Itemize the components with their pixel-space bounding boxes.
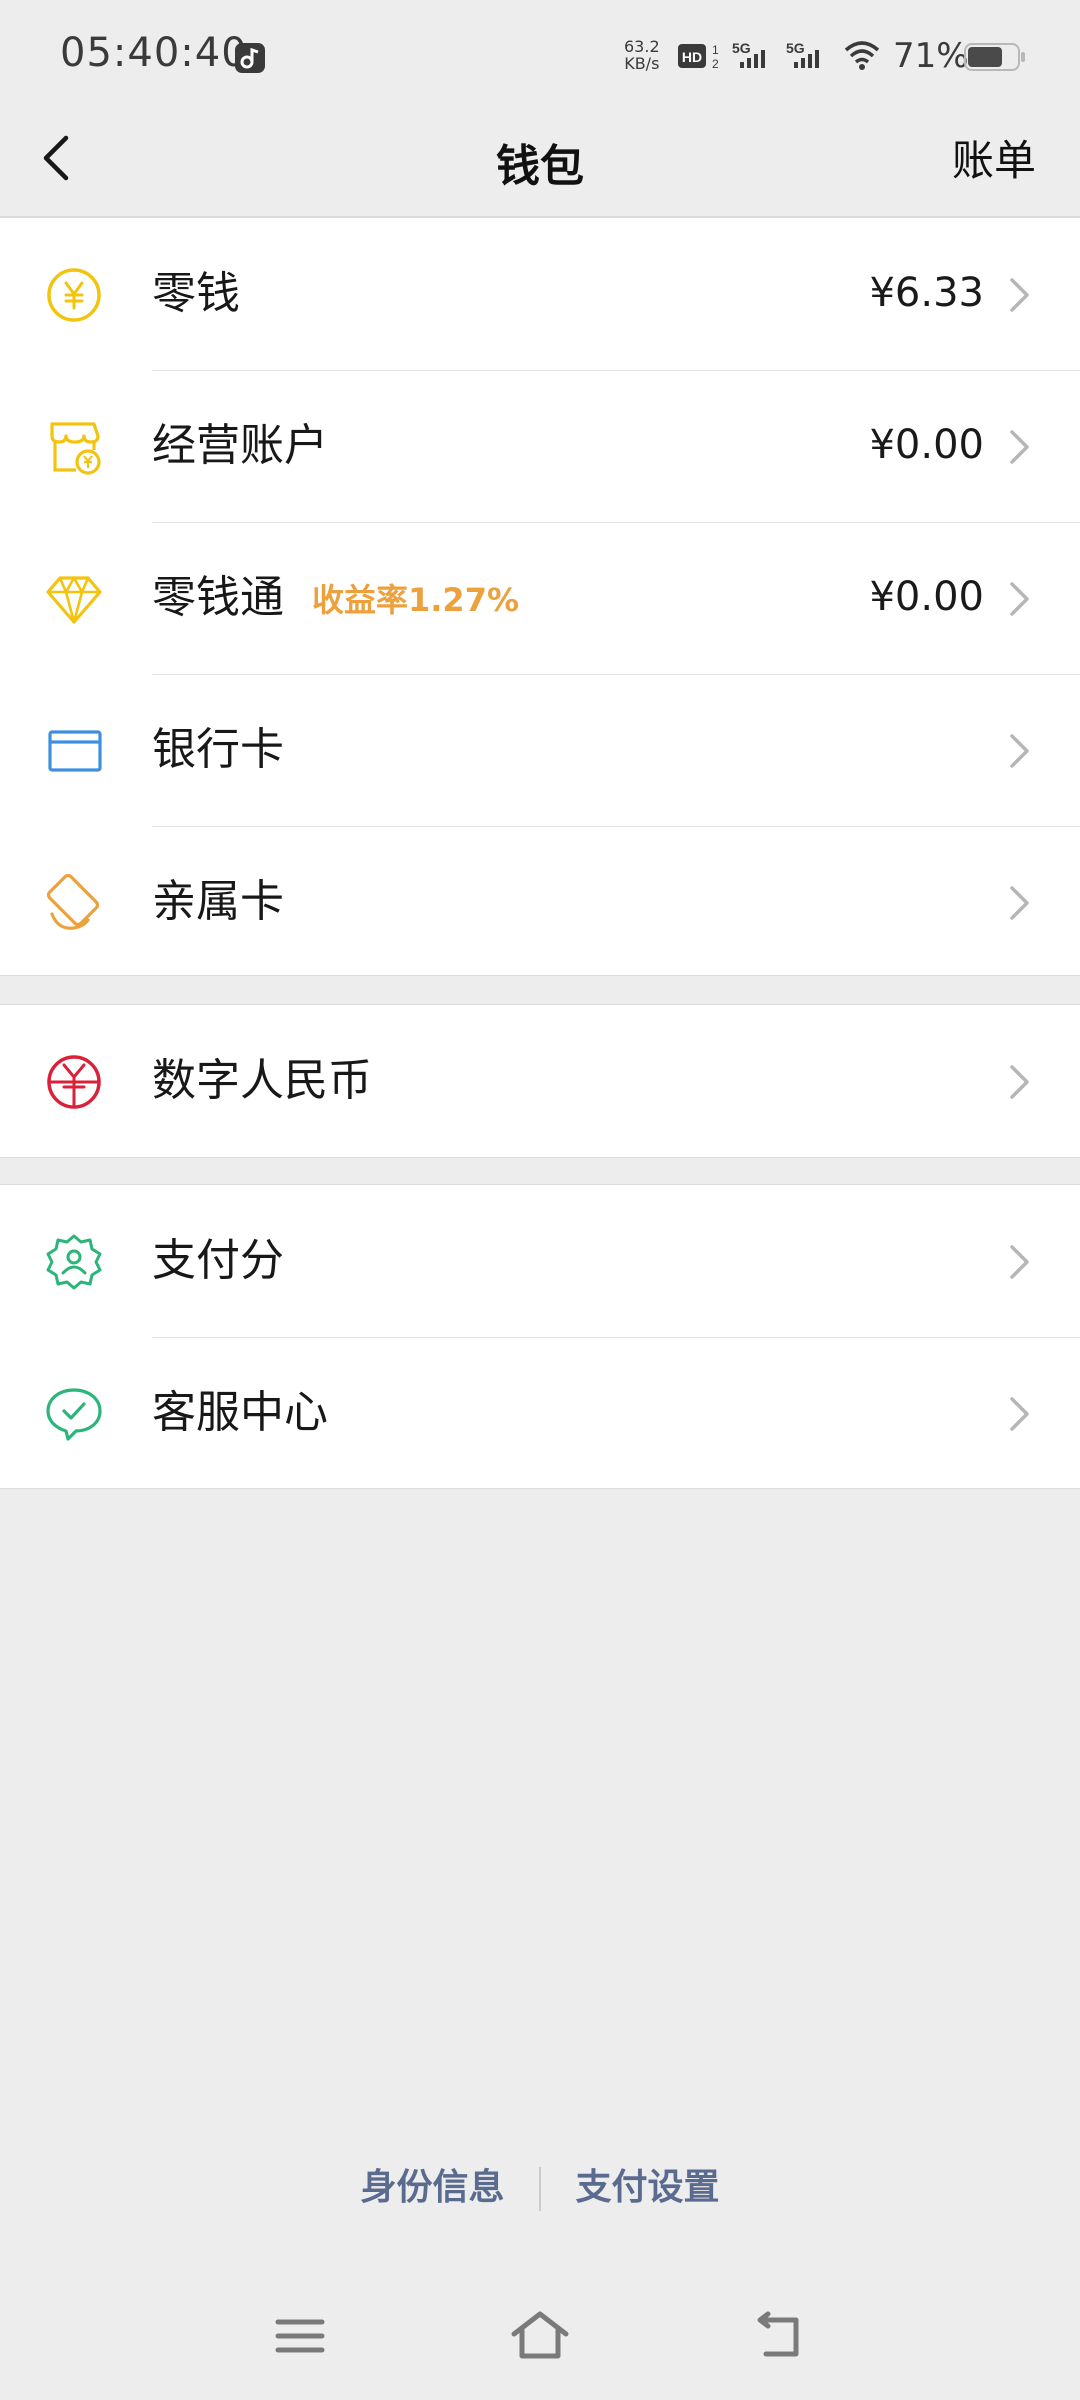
system-navigation-bar bbox=[0, 2300, 1080, 2380]
network-speed: 63.2 KB/s bbox=[624, 38, 660, 72]
wallet-item-customer-service[interactable]: 客服中心 bbox=[0, 1337, 1080, 1489]
wallet-item-bank-card[interactable]: 银行卡 bbox=[0, 674, 1080, 826]
status-time: 05:40:40 bbox=[60, 30, 248, 76]
wallet-item-change[interactable]: 零钱 ¥6.33 bbox=[0, 218, 1080, 370]
footer-divider bbox=[539, 2167, 541, 2211]
svg-text:5G: 5G bbox=[786, 40, 805, 56]
chevron-right-icon bbox=[1010, 278, 1029, 312]
wallet-item-business-account[interactable]: 经营账户 ¥0.00 bbox=[0, 370, 1080, 522]
store-account-icon bbox=[50, 422, 101, 475]
bank-card-icon bbox=[48, 730, 102, 772]
chevron-right-icon bbox=[1010, 886, 1029, 920]
page-title: 钱包 bbox=[496, 141, 584, 192]
wallet-item-label: 数字人民币 bbox=[152, 1055, 372, 1106]
music-note-icon bbox=[235, 43, 265, 73]
menu-icon[interactable] bbox=[274, 2310, 326, 2362]
svg-text:5G: 5G bbox=[732, 40, 751, 56]
wallet-item-label: 亲属卡 bbox=[152, 876, 284, 927]
wallet-item-value: ¥6.33 bbox=[869, 270, 984, 316]
wallet-section-assets: 零钱 ¥6.33 经营账户 ¥0.00 零钱通 收益率1.27% ¥0.00 银… bbox=[0, 217, 1080, 976]
svg-text:2: 2 bbox=[712, 57, 719, 71]
bill-button[interactable]: 账单 bbox=[952, 127, 1036, 188]
chevron-right-icon bbox=[1010, 430, 1029, 464]
wallet-section-digital-rmb: 数字人民币 bbox=[0, 1004, 1080, 1158]
header-bar: 钱包 账单 bbox=[0, 110, 1080, 217]
wallet-item-label: 银行卡 bbox=[152, 724, 284, 775]
diamond-icon bbox=[46, 576, 102, 624]
wallet-item-family-card[interactable]: 亲属卡 bbox=[0, 826, 1080, 978]
wallet-item-label: 经营账户 bbox=[152, 420, 328, 471]
chevron-right-icon bbox=[1010, 582, 1029, 616]
signal-icons: HD 1 2 5G 5G bbox=[678, 40, 880, 71]
wallet-item-label: 零钱 bbox=[152, 268, 240, 319]
wallet-item-digital-rmb[interactable]: 数字人民币 bbox=[0, 1005, 1080, 1157]
status-bar: 05:40:40 63.2 KB/s HD 1 2 5G 5G 71% bbox=[0, 0, 1080, 110]
chevron-right-icon bbox=[1010, 1065, 1029, 1099]
digital-rmb-icon bbox=[47, 1055, 101, 1109]
customer-service-icon bbox=[46, 1388, 102, 1441]
wallet-item-pay-score[interactable]: 支付分 bbox=[0, 1185, 1080, 1337]
footer-links: 身份信息 支付设置 bbox=[0, 2158, 1080, 2211]
wallet-item-value: ¥0.00 bbox=[869, 574, 984, 620]
chevron-right-icon bbox=[1010, 1245, 1029, 1279]
wallet-item-value: ¥0.00 bbox=[869, 422, 984, 468]
family-card-icon bbox=[46, 874, 100, 930]
network-speed-unit: KB/s bbox=[624, 54, 660, 73]
chevron-right-icon bbox=[1010, 734, 1029, 768]
wallet-section-services: 支付分 客服中心 bbox=[0, 1184, 1080, 1489]
network-speed-value: 63.2 bbox=[624, 37, 660, 56]
svg-text:1: 1 bbox=[712, 43, 719, 57]
payment-settings-link[interactable]: 支付设置 bbox=[564, 2158, 732, 2210]
back-icon[interactable] bbox=[752, 2310, 804, 2362]
home-icon[interactable] bbox=[510, 2310, 570, 2362]
yield-rate-badge: 收益率1.27% bbox=[312, 581, 520, 619]
wallet-item-lingqiantong[interactable]: 零钱通 收益率1.27% ¥0.00 bbox=[0, 522, 1080, 674]
yuan-coin-icon bbox=[47, 268, 101, 322]
identity-info-link[interactable]: 身份信息 bbox=[348, 2158, 516, 2210]
wallet-item-label: 零钱通 bbox=[152, 572, 284, 623]
wallet-item-label: 支付分 bbox=[152, 1235, 284, 1286]
battery-icon bbox=[964, 43, 1025, 71]
pay-score-icon bbox=[46, 1234, 102, 1290]
battery-percent: 71% bbox=[893, 36, 969, 76]
svg-text:HD: HD bbox=[682, 49, 702, 65]
wallet-item-label: 客服中心 bbox=[152, 1387, 328, 1438]
chevron-right-icon bbox=[1010, 1397, 1029, 1431]
